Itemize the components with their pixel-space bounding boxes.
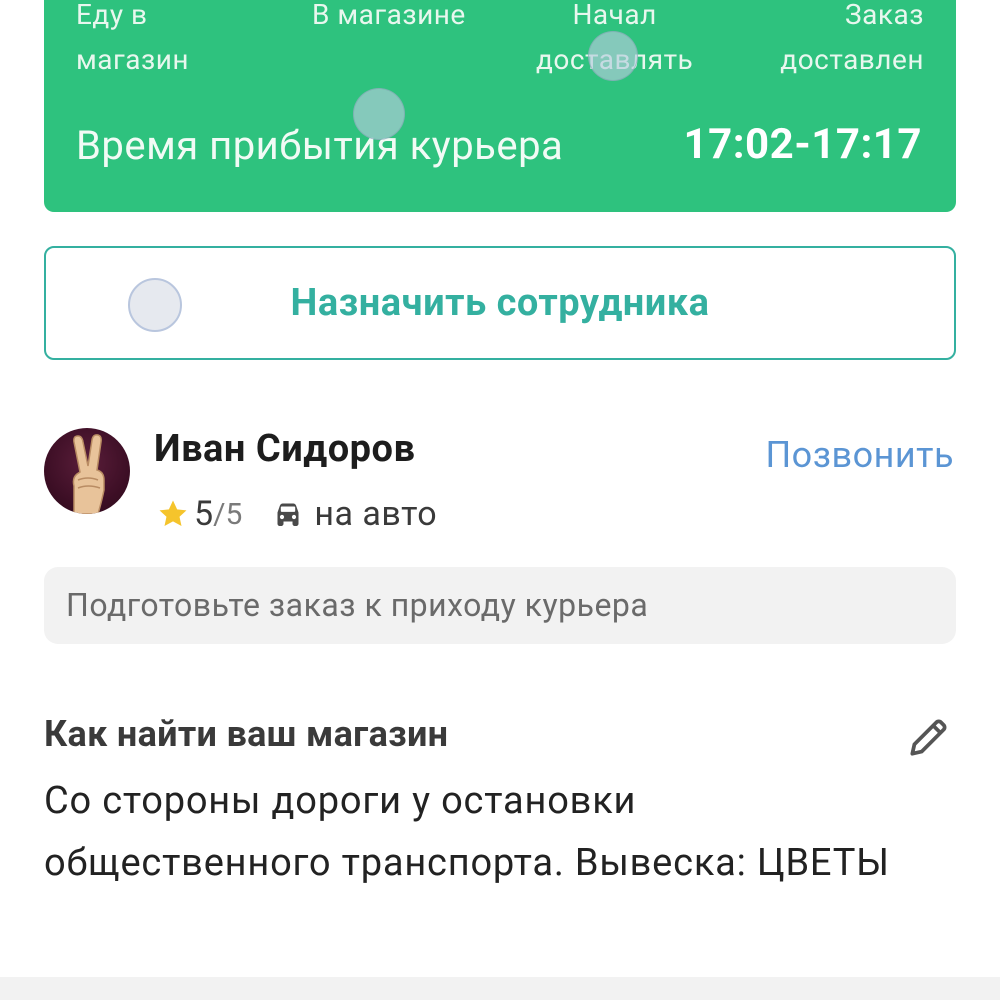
- status-step-delivered: Заказ доставлен: [780, 0, 924, 76]
- avatar: [44, 428, 130, 514]
- touch-indicator: [353, 88, 405, 140]
- courier-name: Иван Сидоров: [154, 427, 416, 471]
- store-directions-text: Со стороны дороги у остановки общественн…: [44, 779, 890, 885]
- courier-meta: 5 /5 на авто: [156, 492, 437, 536]
- call-courier-link[interactable]: Позвонить: [765, 434, 954, 476]
- eta-label: Время прибытия курьера: [76, 122, 564, 169]
- pencil-icon[interactable]: [904, 712, 954, 762]
- car-icon: [277, 503, 299, 526]
- courier-hint: Подготовьте заказ к приходу курьера: [44, 567, 956, 644]
- touch-indicator: [588, 31, 638, 81]
- eta-time: 17:02-17:17: [683, 120, 922, 169]
- rating-max: /5: [213, 496, 243, 532]
- touch-indicator: [128, 278, 182, 332]
- store-directions-title: Как найти ваш магазин: [44, 713, 449, 755]
- star-icon: [159, 500, 187, 527]
- bottom-divider: [0, 977, 1000, 1000]
- transport-type: на авто: [314, 494, 438, 534]
- status-step-in-store: В магазине: [312, 0, 466, 31]
- status-step-heading-to-store: Еду в магазин: [76, 0, 190, 76]
- order-status-card: Еду в магазин В магазине Начал доставлят…: [44, 0, 956, 212]
- avatar-peace-hand-image: [72, 434, 105, 514]
- rating-value: 5: [194, 494, 214, 534]
